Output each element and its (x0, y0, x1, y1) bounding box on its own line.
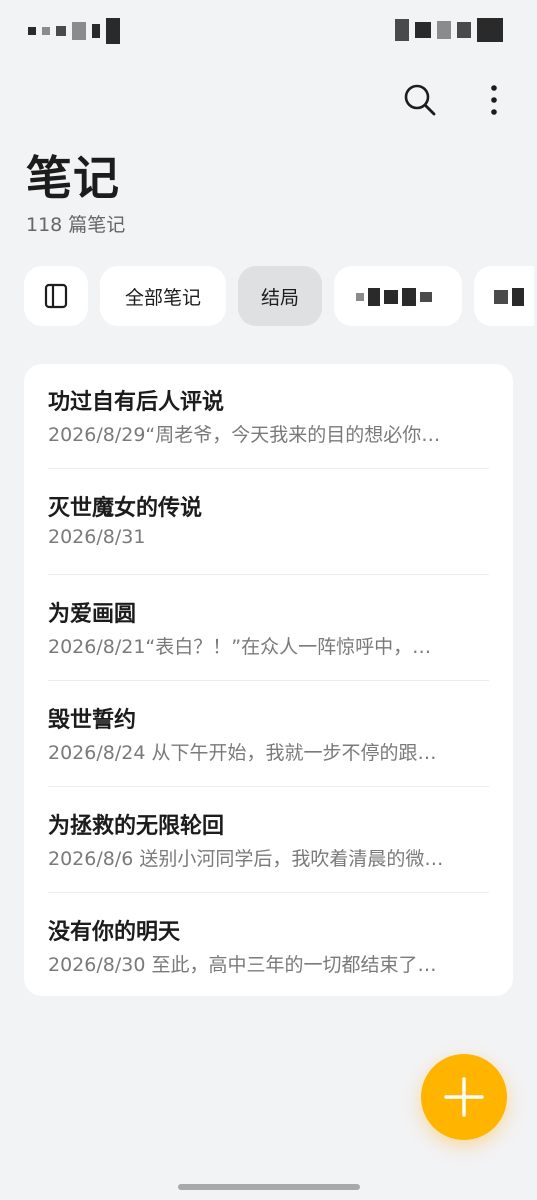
note-title: 毁世誓约 (48, 708, 137, 733)
note-preview: “表白？！”在众人一阵惊呼中，… (145, 636, 432, 658)
note-subtitle: 2026/8/30 至此，高中三年的一切都结束了… (48, 950, 489, 977)
note-item[interactable]: 为爱画圆 2026/8/21“表白？！”在众人一阵惊呼中，… (48, 576, 489, 682)
note-item[interactable]: 没有你的明天 2026/8/30 至此，高中三年的一切都结束了… (48, 894, 489, 1000)
add-note-button[interactable] (421, 1054, 507, 1140)
note-title: 灭世魔女的传说 (48, 496, 203, 521)
note-date: 2026/8/29 (48, 424, 146, 446)
chip-redacted[interactable] (334, 266, 462, 326)
divider (48, 574, 489, 575)
note-date: 2026/8/21 (48, 636, 146, 658)
note-subtitle: 2026/8/24 从下午开始，我就一步不停的跟… (48, 738, 489, 765)
note-subtitle: 2026/8/6 送别小河同学后，我吹着清晨的微… (48, 844, 489, 871)
divider (48, 786, 489, 787)
sidebar-toggle-button[interactable] (24, 266, 88, 326)
search-button[interactable] (398, 78, 442, 122)
filter-chips: 全部笔记 结局 (24, 266, 537, 326)
sidebar-panel-icon (44, 283, 68, 309)
note-subtitle: 2026/8/31 (48, 526, 489, 548)
notes-list: 功过自有后人评说 2026/8/29“周老爷，今天我来的目的想必你… 灭世魔女的… (24, 364, 513, 996)
note-subtitle: 2026/8/29“周老爷，今天我来的目的想必你… (48, 420, 489, 447)
page-title: 笔记 (26, 151, 120, 205)
note-title: 功过自有后人评说 (48, 390, 225, 415)
note-date: 2026/8/24 (48, 742, 146, 764)
note-subtitle: 2026/8/21“表白？！”在众人一阵惊呼中，… (48, 632, 489, 659)
note-item[interactable]: 灭世魔女的传说 2026/8/31 (48, 470, 489, 576)
status-bar-right (395, 18, 503, 42)
note-title: 为拯救的无限轮回 (48, 814, 225, 839)
more-options-button[interactable] (472, 78, 516, 122)
status-bar-left (28, 18, 120, 44)
note-date: 2026/8/30 (48, 954, 146, 976)
more-vertical-icon (491, 85, 497, 115)
chip-ending[interactable]: 结局 (238, 266, 322, 326)
divider (48, 680, 489, 681)
plus-icon (444, 1077, 484, 1117)
note-item[interactable]: 功过自有后人评说 2026/8/29“周老爷，今天我来的目的想必你… (48, 364, 489, 470)
redacted-label (356, 288, 432, 306)
note-count: 118 篇笔记 (26, 214, 126, 236)
redacted-label-2 (494, 288, 524, 306)
search-icon (404, 84, 436, 116)
note-preview: 送别小河同学后，我吹着清晨的微… (139, 848, 444, 870)
divider (48, 892, 489, 893)
note-preview: “周老爷，今天我来的目的想必你… (145, 424, 441, 446)
note-preview: 从下午开始，我就一步不停的跟… (151, 742, 437, 764)
chip-all-notes[interactable]: 全部笔记 (100, 266, 226, 326)
note-item[interactable]: 为拯救的无限轮回 2026/8/6 送别小河同学后，我吹着清晨的微… (48, 788, 489, 894)
note-date: 2026/8/31 (48, 526, 146, 548)
note-preview: 至此，高中三年的一切都结束了… (151, 954, 437, 976)
chip-redacted-2[interactable] (474, 266, 534, 326)
note-title: 为爱画圆 (48, 602, 137, 627)
note-date: 2026/8/6 (48, 848, 134, 870)
note-item[interactable]: 毁世誓约 2026/8/24 从下午开始，我就一步不停的跟… (48, 682, 489, 788)
status-bar (0, 0, 537, 64)
home-indicator[interactable] (178, 1184, 360, 1190)
divider (48, 468, 489, 469)
note-title: 没有你的明天 (48, 920, 181, 945)
